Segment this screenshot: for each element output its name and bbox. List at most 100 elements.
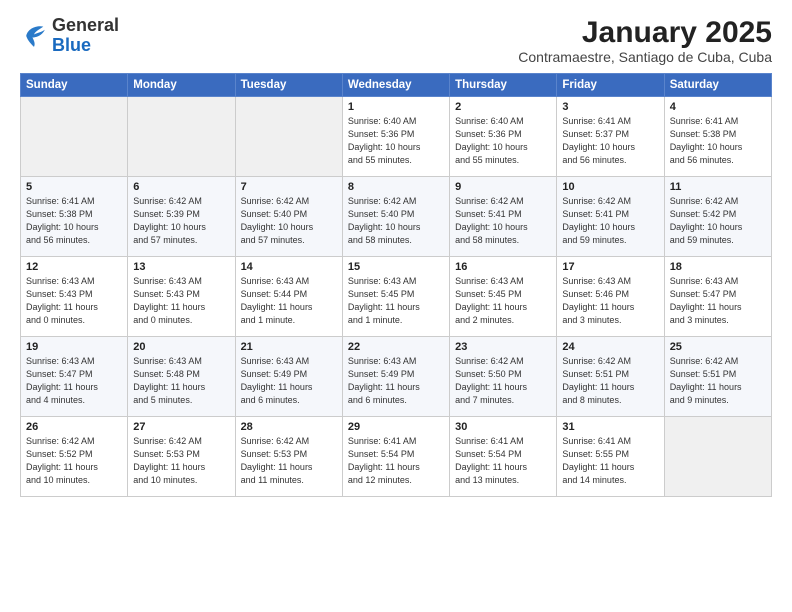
calendar-cell: 9Sunrise: 6:42 AMSunset: 5:41 PMDaylight… (450, 177, 557, 257)
page: General Blue January 2025 Contramaestre,… (0, 0, 792, 612)
day-number: 11 (670, 181, 766, 193)
day-number: 14 (241, 261, 337, 273)
calendar-cell: 20 Sunrise: 6:43 AMSunset: 5:48 PMDayligh… (128, 337, 235, 417)
day-info: Sunrise: 6:43 AMSunset: 5:48 PMDaylight:… (133, 355, 229, 407)
day-info: Sunrise: 6:41 AMSunset: 5:37 PMDaylight:… (562, 115, 658, 167)
day-info: Sunrise: 6:42 AMSunset: 5:42 PMDaylight:… (670, 195, 766, 247)
day-info: Sunrise: 6:42 AMSunset: 5:50 PMDaylight:… (455, 355, 551, 407)
day-number: 31 (562, 421, 658, 433)
calendar-week-1: 1 Sunrise: 6:40 AMSunset: 5:36 PMDaylight… (21, 97, 772, 177)
day-info: Sunrise: 6:41 AMSunset: 5:38 PMDaylight:… (26, 195, 122, 247)
day-number: 13 (133, 261, 229, 273)
calendar-cell: 26 Sunrise: 6:42 AMSunset: 5:52 PMDayligh… (21, 417, 128, 497)
day-number: 24 (562, 341, 658, 353)
calendar-cell: 25Sunrise: 6:42 AMSunset: 5:51 PMDayligh… (664, 337, 771, 417)
day-number: 4 (670, 101, 766, 113)
day-info: Sunrise: 6:42 AMSunset: 5:40 PMDaylight:… (348, 195, 444, 247)
day-number: 9 (455, 181, 551, 193)
day-number: 12 (26, 261, 122, 273)
col-saturday: Saturday (664, 74, 771, 97)
day-number: 2 (455, 101, 551, 113)
col-thursday: Thursday (450, 74, 557, 97)
day-number: 30 (455, 421, 551, 433)
title-block: January 2025 Contramaestre, Santiago de … (518, 16, 772, 65)
calendar-cell: 8Sunrise: 6:42 AMSunset: 5:40 PMDaylight… (342, 177, 449, 257)
day-info: Sunrise: 6:43 AMSunset: 5:44 PMDaylight:… (241, 275, 337, 327)
logo-blue: Blue (52, 36, 119, 56)
day-number: 26 (26, 421, 122, 433)
calendar-cell: 22 Sunrise: 6:43 AMSunset: 5:49 PMDayligh… (342, 337, 449, 417)
day-info: Sunrise: 6:42 AMSunset: 5:39 PMDaylight:… (133, 195, 229, 247)
day-number: 29 (348, 421, 444, 433)
day-number: 1 (348, 101, 444, 113)
col-wednesday: Wednesday (342, 74, 449, 97)
day-number: 22 (348, 341, 444, 353)
logo-text: General Blue (52, 16, 119, 56)
calendar-week-4: 19 Sunrise: 6:43 AMSunset: 5:47 PMDayligh… (21, 337, 772, 417)
col-tuesday: Tuesday (235, 74, 342, 97)
header: General Blue January 2025 Contramaestre,… (20, 16, 772, 65)
calendar-cell: 19 Sunrise: 6:43 AMSunset: 5:47 PMDayligh… (21, 337, 128, 417)
day-info: Sunrise: 6:43 AMSunset: 5:43 PMDaylight:… (26, 275, 122, 327)
calendar-cell (128, 97, 235, 177)
day-number: 15 (348, 261, 444, 273)
day-info: Sunrise: 6:43 AMSunset: 5:47 PMDaylight:… (26, 355, 122, 407)
day-number: 27 (133, 421, 229, 433)
calendar-cell: 23 Sunrise: 6:42 AMSunset: 5:50 PMDayligh… (450, 337, 557, 417)
day-info: Sunrise: 6:40 AMSunset: 5:36 PMDaylight:… (348, 115, 444, 167)
day-info: Sunrise: 6:41 AMSunset: 5:54 PMDaylight:… (455, 435, 551, 487)
day-number: 19 (26, 341, 122, 353)
calendar-cell (664, 417, 771, 497)
calendar-cell: 6 Sunrise: 6:42 AMSunset: 5:39 PMDaylight… (128, 177, 235, 257)
calendar-week-5: 26 Sunrise: 6:42 AMSunset: 5:52 PMDayligh… (21, 417, 772, 497)
calendar-week-3: 12 Sunrise: 6:43 AMSunset: 5:43 PMDayligh… (21, 257, 772, 337)
day-info: Sunrise: 6:43 AMSunset: 5:49 PMDaylight:… (348, 355, 444, 407)
day-number: 21 (241, 341, 337, 353)
day-number: 17 (562, 261, 658, 273)
calendar-cell: 12 Sunrise: 6:43 AMSunset: 5:43 PMDayligh… (21, 257, 128, 337)
calendar-cell: 21 Sunrise: 6:43 AMSunset: 5:49 PMDayligh… (235, 337, 342, 417)
calendar-title: January 2025 (518, 16, 772, 49)
day-info: Sunrise: 6:42 AMSunset: 5:40 PMDaylight:… (241, 195, 337, 247)
col-sunday: Sunday (21, 74, 128, 97)
day-info: Sunrise: 6:43 AMSunset: 5:45 PMDaylight:… (455, 275, 551, 327)
logo-bird-icon (20, 22, 48, 50)
logo-general: General (52, 16, 119, 36)
col-friday: Friday (557, 74, 664, 97)
day-info: Sunrise: 6:43 AMSunset: 5:46 PMDaylight:… (562, 275, 658, 327)
day-number: 23 (455, 341, 551, 353)
day-number: 25 (670, 341, 766, 353)
calendar-cell: 1 Sunrise: 6:40 AMSunset: 5:36 PMDaylight… (342, 97, 449, 177)
calendar-cell: 10 Sunrise: 6:42 AMSunset: 5:41 PMDayligh… (557, 177, 664, 257)
calendar-week-2: 5 Sunrise: 6:41 AMSunset: 5:38 PMDaylight… (21, 177, 772, 257)
calendar-cell: 30 Sunrise: 6:41 AMSunset: 5:54 PMDayligh… (450, 417, 557, 497)
day-info: Sunrise: 6:41 AMSunset: 5:38 PMDaylight:… (670, 115, 766, 167)
calendar-cell: 15 Sunrise: 6:43 AMSunset: 5:45 PMDayligh… (342, 257, 449, 337)
day-number: 20 (133, 341, 229, 353)
day-info: Sunrise: 6:42 AMSunset: 5:51 PMDaylight:… (562, 355, 658, 407)
day-info: Sunrise: 6:43 AMSunset: 5:49 PMDaylight:… (241, 355, 337, 407)
calendar-cell: 28 Sunrise: 6:42 AMSunset: 5:53 PMDayligh… (235, 417, 342, 497)
calendar-cell: 2 Sunrise: 6:40 AMSunset: 5:36 PMDaylight… (450, 97, 557, 177)
header-row: Sunday Monday Tuesday Wednesday Thursday… (21, 74, 772, 97)
calendar-cell: 29Sunrise: 6:41 AMSunset: 5:54 PMDayligh… (342, 417, 449, 497)
calendar-cell: 11 Sunrise: 6:42 AMSunset: 5:42 PMDayligh… (664, 177, 771, 257)
calendar-cell: 3Sunrise: 6:41 AMSunset: 5:37 PMDaylight… (557, 97, 664, 177)
calendar-cell: 24 Sunrise: 6:42 AMSunset: 5:51 PMDayligh… (557, 337, 664, 417)
day-number: 6 (133, 181, 229, 193)
day-info: Sunrise: 6:43 AMSunset: 5:47 PMDaylight:… (670, 275, 766, 327)
calendar-cell: 18Sunrise: 6:43 AMSunset: 5:47 PMDayligh… (664, 257, 771, 337)
calendar-table: Sunday Monday Tuesday Wednesday Thursday… (20, 73, 772, 497)
day-info: Sunrise: 6:42 AMSunset: 5:41 PMDaylight:… (562, 195, 658, 247)
day-number: 7 (241, 181, 337, 193)
calendar-cell: 5 Sunrise: 6:41 AMSunset: 5:38 PMDaylight… (21, 177, 128, 257)
day-number: 5 (26, 181, 122, 193)
day-number: 28 (241, 421, 337, 433)
day-info: Sunrise: 6:42 AMSunset: 5:53 PMDaylight:… (241, 435, 337, 487)
calendar-cell: 31Sunrise: 6:41 AMSunset: 5:55 PMDayligh… (557, 417, 664, 497)
day-number: 10 (562, 181, 658, 193)
day-info: Sunrise: 6:40 AMSunset: 5:36 PMDaylight:… (455, 115, 551, 167)
day-info: Sunrise: 6:42 AMSunset: 5:52 PMDaylight:… (26, 435, 122, 487)
day-info: Sunrise: 6:43 AMSunset: 5:45 PMDaylight:… (348, 275, 444, 327)
day-info: Sunrise: 6:42 AMSunset: 5:53 PMDaylight:… (133, 435, 229, 487)
